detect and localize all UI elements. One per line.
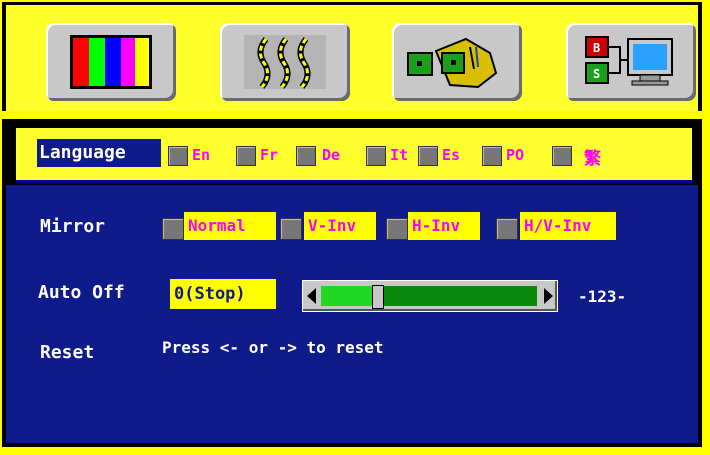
mirror-normal-checkbox[interactable] <box>162 218 184 240</box>
language-po-label: PO <box>506 146 525 164</box>
mirror-hinv-checkbox[interactable] <box>386 218 408 240</box>
reset-hint: Press <- or -> to reset <box>162 338 384 357</box>
mirror-hvinv-option[interactable]: H/V-Inv <box>520 212 616 240</box>
language-en-label: En <box>192 146 211 164</box>
separator <box>0 111 704 119</box>
slider-fill <box>321 286 377 306</box>
language-de-checkbox[interactable] <box>296 146 316 166</box>
slider-left-arrow-icon[interactable] <box>307 288 316 304</box>
language-zh-checkbox[interactable] <box>552 146 572 166</box>
reset-label: Reset <box>40 342 95 363</box>
geometry-button[interactable] <box>220 23 350 101</box>
slider-thumb[interactable] <box>372 285 384 309</box>
language-po-checkbox[interactable] <box>482 146 502 166</box>
auto-off-label: Auto Off <box>38 282 125 303</box>
svg-text:B: B <box>593 41 600 55</box>
tools-button[interactable] <box>392 23 522 101</box>
auto-off-readout: -123- <box>578 287 627 306</box>
geometry-wave-icon <box>244 35 326 89</box>
language-fr-checkbox[interactable] <box>236 146 256 166</box>
mirror-hvinv-checkbox[interactable] <box>496 218 518 240</box>
language-es-label: Es <box>442 146 461 164</box>
input-source-button[interactable]: B S <box>566 23 696 101</box>
tools-icon <box>407 37 498 89</box>
language-it-label: It <box>390 146 409 164</box>
mirror-vinv-checkbox[interactable] <box>280 218 302 240</box>
mirror-label: Mirror <box>40 216 106 237</box>
language-zh-label: 繁 <box>584 149 601 169</box>
color-bars-button[interactable] <box>46 23 176 101</box>
color-bars-icon <box>70 35 152 89</box>
language-es-checkbox[interactable] <box>418 146 438 166</box>
mirror-hinv-option[interactable]: H-Inv <box>408 212 480 240</box>
osd-frame: B S Language En Fr De It Es PO 繁 Mirror … <box>0 0 710 455</box>
language-it-checkbox[interactable] <box>366 146 386 166</box>
language-label: Language <box>37 139 161 167</box>
auto-off-slider[interactable] <box>302 280 558 312</box>
mirror-normal-option[interactable]: Normal <box>184 212 276 240</box>
language-en-checkbox[interactable] <box>168 146 188 166</box>
slider-right-arrow-icon[interactable] <box>544 288 553 304</box>
language-fr-label: Fr <box>260 146 279 164</box>
category-panel: B S <box>6 5 698 111</box>
auto-off-value: 0(Stop) <box>170 279 276 309</box>
mirror-vinv-option[interactable]: V-Inv <box>304 212 376 240</box>
svg-text:S: S <box>593 67 600 81</box>
input-source-icon: B S <box>585 36 673 86</box>
language-de-label: De <box>322 146 341 164</box>
